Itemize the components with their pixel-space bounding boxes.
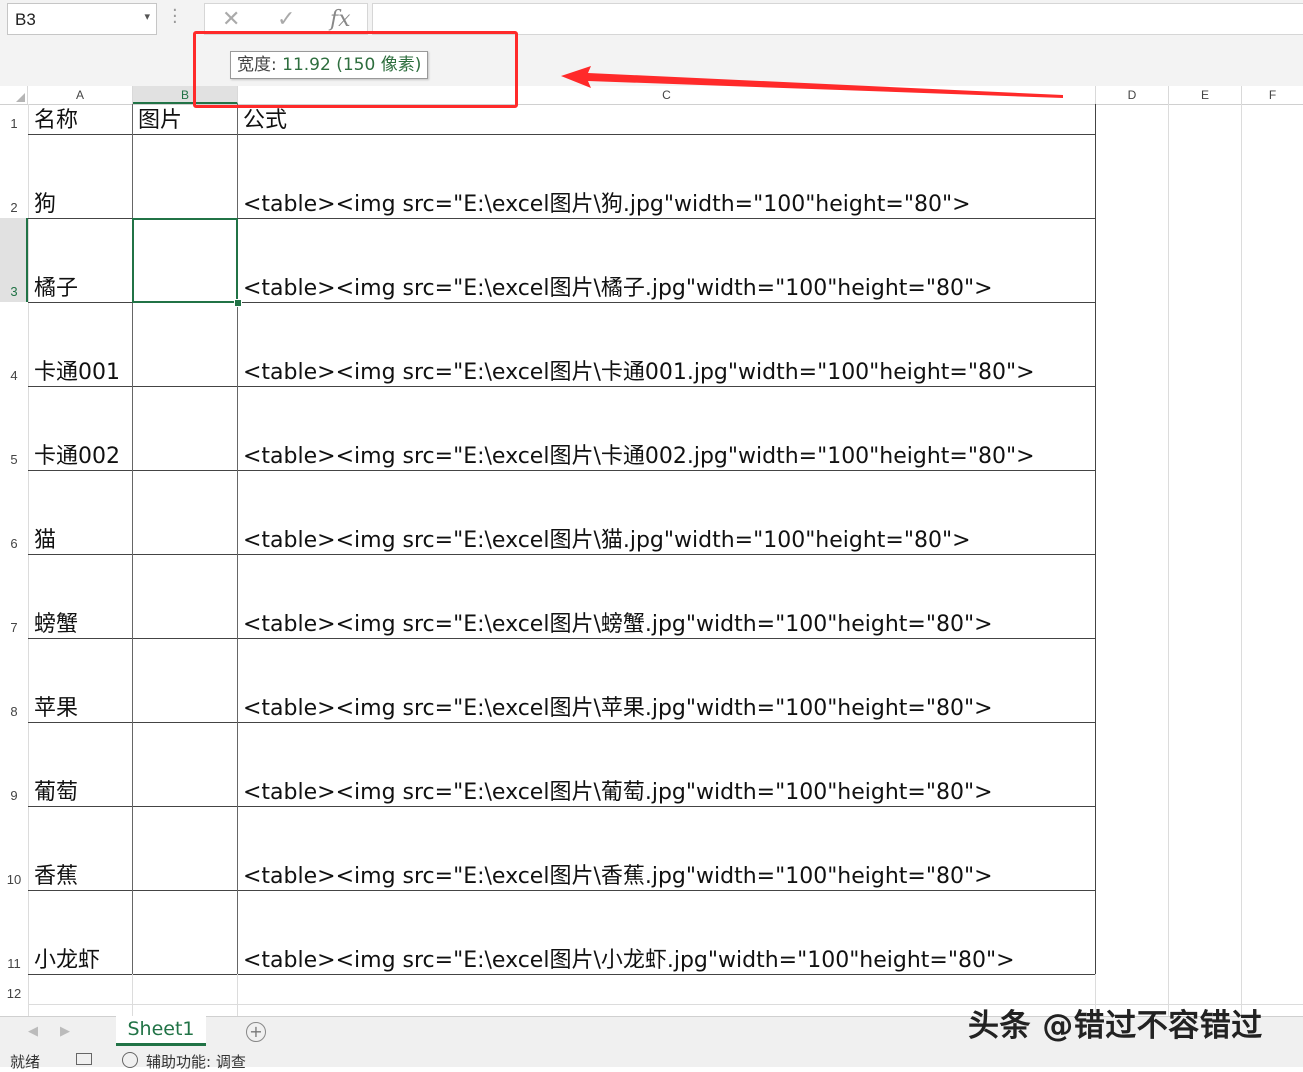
- enter-icon[interactable]: ✓: [277, 7, 295, 32]
- row-header-2[interactable]: 2: [0, 134, 28, 218]
- row-header-9[interactable]: 9: [0, 722, 28, 806]
- gridline: [1241, 104, 1242, 1016]
- row-header-4[interactable]: 4: [0, 302, 28, 386]
- status-bar: 就绪 辅助功能: 调查: [0, 1048, 1303, 1071]
- drag-handle-icon[interactable]: · · ·: [172, 2, 178, 32]
- gridline: [237, 974, 238, 1016]
- watermark-text: 头条 @错过不容错过: [968, 1008, 1263, 1044]
- cell-a11[interactable]: 小龙虾: [28, 890, 132, 974]
- select-all-corner[interactable]: [0, 86, 28, 104]
- accessibility-status[interactable]: 辅助功能: 调查: [146, 1051, 246, 1072]
- cell-c10[interactable]: <table><img src="E:\excel图片\香蕉.jpg"width…: [237, 806, 1095, 890]
- row-header-10[interactable]: 10: [0, 806, 28, 890]
- row-header-6[interactable]: 6: [0, 470, 28, 554]
- gridline: [1168, 104, 1169, 1016]
- next-sheet-icon[interactable]: ▶: [60, 1024, 70, 1039]
- insert-function-icon[interactable]: fx: [330, 7, 351, 32]
- cell-a6[interactable]: 猫: [28, 470, 132, 554]
- column-width-tooltip: 宽度: 11.92 (150 像素): [230, 51, 429, 79]
- sheet-tab-sheet1[interactable]: Sheet1: [116, 1016, 206, 1046]
- active-cell-selection[interactable]: [132, 218, 238, 303]
- cell-a10[interactable]: 香蕉: [28, 806, 132, 890]
- name-box-value: B3: [15, 10, 36, 29]
- row-header-11[interactable]: 11: [0, 890, 28, 974]
- cell-a9[interactable]: 葡萄: [28, 722, 132, 806]
- column-border: [1095, 104, 1096, 974]
- cell-b1[interactable]: 图片: [132, 104, 237, 134]
- cell-c2[interactable]: <table><img src="E:\excel图片\狗.jpg"width=…: [237, 134, 1095, 218]
- column-header-f[interactable]: F: [1242, 86, 1303, 104]
- annotation-arrow-icon: [561, 66, 1063, 98]
- cell-c6[interactable]: <table><img src="E:\excel图片\猫.jpg"width=…: [237, 470, 1095, 554]
- cell-a7[interactable]: 螃蟹: [28, 554, 132, 638]
- row-header-12[interactable]: 12: [0, 974, 28, 1004]
- row-header-8[interactable]: 8: [0, 638, 28, 722]
- add-sheet-icon[interactable]: +: [246, 1022, 266, 1042]
- tooltip-value: 11.92 (150 像素): [276, 55, 422, 75]
- row-header-5[interactable]: 5: [0, 386, 28, 470]
- cell-a8[interactable]: 苹果: [28, 638, 132, 722]
- row-header-1[interactable]: 1: [0, 104, 28, 134]
- accessibility-icon[interactable]: [122, 1052, 138, 1068]
- gridline: [132, 974, 133, 1016]
- tooltip-label: 宽度:: [237, 55, 277, 75]
- cell-a4[interactable]: 卡通001: [28, 302, 132, 386]
- row-border: [28, 974, 1096, 975]
- cell-c8[interactable]: <table><img src="E:\excel图片\苹果.jpg"width…: [237, 638, 1095, 722]
- cell-a1[interactable]: 名称: [28, 104, 132, 134]
- cancel-icon[interactable]: ✕: [222, 7, 240, 32]
- cell-c9[interactable]: <table><img src="E:\excel图片\葡萄.jpg"width…: [237, 722, 1095, 806]
- cell-a2[interactable]: 狗: [28, 134, 132, 218]
- cell-a5[interactable]: 卡通002: [28, 386, 132, 470]
- cell-c11[interactable]: <table><img src="E:\excel图片\小龙虾.jpg"widt…: [237, 890, 1095, 974]
- chevron-down-icon[interactable]: ▾: [144, 10, 150, 23]
- prev-sheet-icon[interactable]: ◀: [28, 1024, 38, 1039]
- cell-c5[interactable]: <table><img src="E:\excel图片\卡通002.jpg"wi…: [237, 386, 1095, 470]
- macro-record-icon[interactable]: [76, 1053, 92, 1065]
- cell-c4[interactable]: <table><img src="E:\excel图片\卡通001.jpg"wi…: [237, 302, 1095, 386]
- row-header-3[interactable]: 3: [0, 218, 28, 302]
- cell-c1[interactable]: 公式: [237, 104, 1095, 134]
- row-header-7[interactable]: 7: [0, 554, 28, 638]
- cell-c7[interactable]: <table><img src="E:\excel图片\螃蟹.jpg"width…: [237, 554, 1095, 638]
- column-header-d[interactable]: D: [1096, 86, 1169, 104]
- cell-c3[interactable]: <table><img src="E:\excel图片\橘子.jpg"width…: [237, 218, 1095, 302]
- status-ready: 就绪: [10, 1053, 41, 1071]
- fill-handle[interactable]: [234, 299, 242, 307]
- cell-a3[interactable]: 橘子: [28, 218, 132, 302]
- name-box[interactable]: B3 ▾: [7, 3, 157, 35]
- column-header-e[interactable]: E: [1169, 86, 1242, 104]
